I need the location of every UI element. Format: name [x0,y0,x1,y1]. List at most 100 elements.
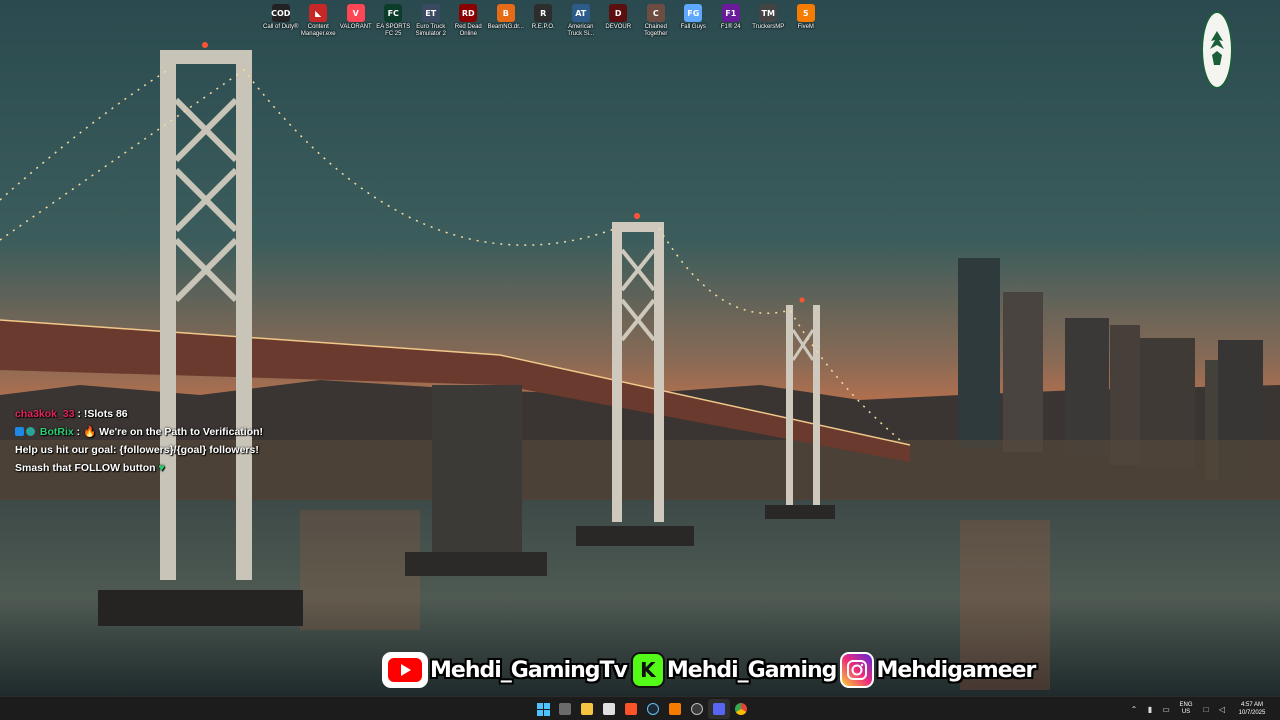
volume-icon[interactable]: ◁ [1214,705,1230,714]
desktop-icon-row: COD Call of Duty® ◣ Content Manager.exe … [262,2,825,38]
kick-icon: K [630,652,665,688]
desktop-icon-ea-sports-fc[interactable]: FC EA SPORTS FC 25 [375,2,413,38]
steam-icon [647,703,659,715]
desktop-icon-label: TruckersMP [752,24,785,30]
moderator-badge-icon [15,427,24,436]
network-icon[interactable]: □ [1198,705,1214,714]
content-manager-icon: ◣ [309,4,328,22]
folder-icon [581,703,593,715]
green-heart-icon: ♥ [158,462,165,474]
language-code: ENG [1179,702,1193,708]
call-of-duty-icon: COD [271,4,290,22]
chat-message-line: Smash that FOLLOW button ♥ [15,459,295,477]
clock-date: 10/7/2025 [1238,710,1266,716]
taskbar-app-orange[interactable] [664,699,686,719]
taskbar-discord[interactable] [708,699,730,719]
desktop-icon-chained-together[interactable]: C Chained Together [637,2,675,38]
taskbar-steam[interactable] [642,699,664,719]
youtube-icon [382,652,428,688]
desktop-icon-label: VALORANT [339,24,372,30]
truckersmp-icon: TM [759,4,778,22]
red-dead-icon: RD [459,4,478,22]
discord-icon [713,703,725,715]
fall-guys-icon: FG [684,4,703,22]
desktop-icon-euro-truck[interactable]: ET Euro Truck Simulator 2 [412,2,450,38]
chained-together-icon: C [646,4,665,22]
desktop-icon-beamng[interactable]: B BeamNG.dr... [487,2,525,38]
fire-emoji-icon: 🔥 [83,426,97,438]
app-icon [669,703,681,715]
desktop-icon-label: Red Dead Online [454,24,482,37]
beamng-icon: B [496,4,515,22]
taskbar-file-explorer[interactable] [576,699,598,719]
desktop-icon-label: EA SPORTS FC 25 [376,24,411,37]
desktop-icon-valorant[interactable]: V VALORANT [337,2,375,38]
bot-badge-icon [26,427,35,436]
channel-logo [1201,11,1233,89]
desktop-icon-repo[interactable]: R R.E.P.O. [525,2,563,38]
taskbar-store[interactable] [598,699,620,719]
desktop-icon-content-manager[interactable]: ◣ Content Manager.exe [300,2,338,38]
desktop-icon-fivem[interactable]: 5 FiveM [787,2,825,38]
store-icon [603,703,615,715]
desktop-icon-american-truck[interactable]: AT American Truck Si... [562,2,600,38]
devour-icon: D [609,4,628,22]
desktop-icon-label: BeamNG.dr... [487,24,524,30]
taskbar-brave[interactable] [620,699,642,719]
chat-text-line: Help us hit our goal: {followers}/{goal}… [15,444,259,456]
desktop-icon-truckersmp[interactable]: TM TruckersMP [750,2,788,38]
desktop-icon-label: FiveM [797,24,814,30]
desktop-icon-label: Content Manager.exe [300,24,336,37]
kick-handle-text: Mehdi_Gaming [666,657,838,683]
clock[interactable]: 4:57 AM 10/7/2025 [1230,701,1274,717]
kick-handle: K Mehdi_Gaming [630,652,838,688]
obs-icon [691,703,703,715]
taskbar-obs[interactable] [686,699,708,719]
taskbar-search-button[interactable] [554,699,576,719]
valorant-icon: V [346,4,365,22]
repo-icon: R [534,4,553,22]
chat-text: Smash that FOLLOW button [15,462,156,474]
desktop-icon-label: Fall Guys [680,24,706,30]
search-icon [559,703,571,715]
microphone-icon[interactable]: ▮ [1142,705,1158,714]
desktop-icon-red-dead[interactable]: RD Red Dead Online [450,2,488,38]
chevron-up-icon[interactable]: ⌃ [1126,705,1142,714]
instagram-handle: Mehdigameer [840,652,1036,688]
keyboard-icon[interactable]: ▭ [1158,705,1174,714]
desktop-icon-label: F1® 24 [720,24,741,30]
taskbar: ⌃ ▮ ▭ ENG US □ ◁ 4:57 AM 10/7/2025 [0,696,1280,720]
instagram-icon [840,652,875,688]
chat-message: BotRix : 🔥 We're on the Path to Verifica… [15,423,295,441]
taskbar-apps [532,699,752,719]
desktop-icon-devour[interactable]: D DEVOUR [600,2,638,38]
american-truck-icon: AT [571,4,590,22]
desktop-icon-call-of-duty[interactable]: COD Call of Duty® [262,2,300,38]
start-button[interactable] [532,699,554,719]
f1-24-icon: F1 [721,4,740,22]
chat-text: We're on the Path to Verification! [99,426,264,438]
desktop-icon-label: Euro Truck Simulator 2 [415,24,446,37]
desktop-icon-f1-24[interactable]: F1 F1® 24 [712,2,750,38]
system-tray: ⌃ ▮ ▭ ENG US □ ◁ 4:57 AM 10/7/2025 [1126,697,1280,720]
stream-chat-overlay: cha3kok_33 : !Slots 86 BotRix : 🔥 We're … [15,405,295,477]
chrome-icon [735,703,747,715]
ea-sports-fc-icon: FC [384,4,403,22]
desktop-icon-label: R.E.P.O. [531,24,555,30]
brave-icon [625,703,637,715]
social-handles-banner: Mehdi_GamingTv K Mehdi_Gaming Mehdigamee… [382,651,1039,689]
instagram-handle-text: Mehdigameer [876,657,1036,683]
youtube-handle-text: Mehdi_GamingTv [430,657,628,683]
windows-icon [536,702,550,716]
desktop-icon-label: Call of Duty® [263,24,299,30]
taskbar-chrome[interactable] [730,699,752,719]
chat-username: BotRix [39,426,74,438]
desktop-icon-fall-guys[interactable]: FG Fall Guys [675,2,713,38]
desktop-icon-label: Chained Together [644,24,668,37]
desktop-wallpaper [0,0,1280,696]
chat-username: cha3kok_33 [15,408,75,420]
language-indicator[interactable]: ENG US [1174,702,1198,716]
chat-text: : !Slots 86 [77,408,128,420]
language-region: US [1181,709,1191,715]
chat-message: cha3kok_33 : !Slots 86 [15,405,295,423]
